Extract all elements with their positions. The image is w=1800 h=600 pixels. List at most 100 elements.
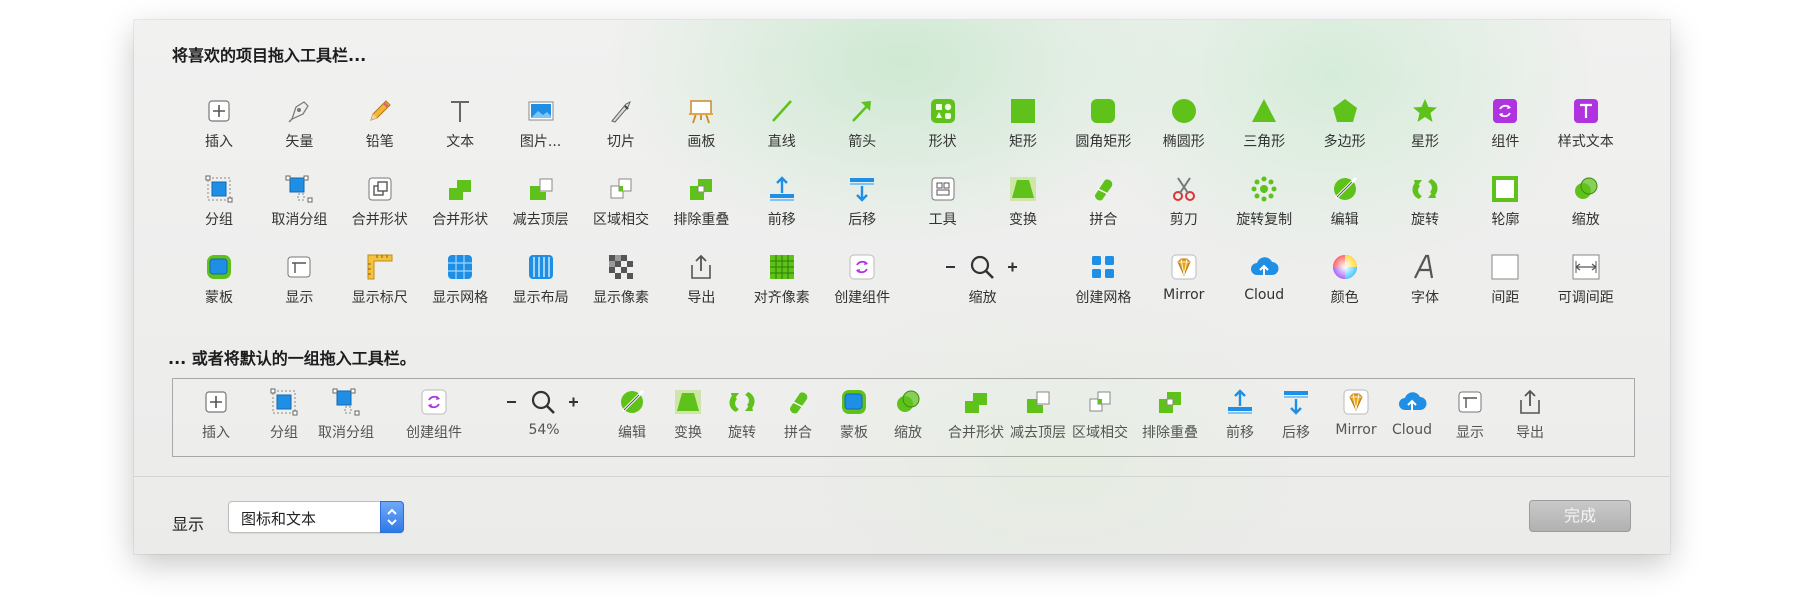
toolbar-item-label: 排除重叠: [673, 212, 730, 228]
toolbar-item-label: 颜色: [1330, 290, 1359, 306]
toolbar-item[interactable]: 形状: [904, 92, 982, 162]
toolbar-item[interactable]: 后移: [823, 170, 901, 240]
toolbar-item[interactable]: 合并形状: [421, 170, 499, 240]
toolbar-item-label: 缩放: [1571, 212, 1600, 228]
toolbar-item[interactable]: 创建组件: [823, 248, 901, 318]
toolbar-item[interactable]: 区域相交: [582, 170, 660, 240]
toolbar-item[interactable]: 直线: [743, 92, 821, 162]
toolbar-item[interactable]: 字体: [1386, 248, 1464, 318]
toolbar-item[interactable]: 箭头: [823, 92, 901, 162]
toolbar-item[interactable]: 间距: [1466, 248, 1544, 318]
default-toolbar-set[interactable]: 插入 分组 取消分组 创建组件 54% 编辑 变换 旋转 拼合 蒙板 缩放 合并形状 减去顶层 区域相交排…: [172, 378, 1635, 457]
cloud-icon: [1397, 387, 1427, 417]
triangle-icon: [1249, 96, 1279, 126]
group-icon: [204, 174, 234, 204]
toolbar-item[interactable]: 变换: [984, 170, 1062, 240]
default-set-item: Cloud: [1379, 387, 1445, 453]
toolbar-item[interactable]: 取消分组: [260, 170, 338, 240]
toolbar-item[interactable]: 旋转复制: [1225, 170, 1303, 240]
toolbar-item[interactable]: Mirror: [1145, 248, 1223, 318]
toolbar-item[interactable]: 轮廓: [1466, 170, 1544, 240]
default-set-item-label: 排除重叠: [1142, 425, 1198, 441]
toolbar-item-label: 剪刀: [1169, 212, 1198, 228]
toolbar-item[interactable]: 三角形: [1225, 92, 1303, 162]
toolbar-item-label: 工具: [928, 212, 957, 228]
export-icon: [1515, 387, 1545, 417]
toolbar-item[interactable]: 旋转: [1386, 170, 1464, 240]
toolbar-item[interactable]: 显示标尺: [341, 248, 419, 318]
toolbar-item[interactable]: 合并形状: [341, 170, 419, 240]
default-set-item: 区域相交: [1067, 387, 1133, 453]
arrow-icon: [847, 96, 877, 126]
toolbar-item-label: 缩放: [968, 290, 997, 306]
toolbar-item[interactable]: 切片: [582, 92, 660, 162]
toolbar-item[interactable]: 显示网格: [421, 248, 499, 318]
toolbar-item-label: 铅笔: [365, 134, 394, 150]
toolbar-item[interactable]: 星形: [1386, 92, 1464, 162]
toolbar-item[interactable]: 显示像素: [582, 248, 660, 318]
rounded-rectangle-icon: [1088, 96, 1118, 126]
toolbar-item[interactable]: 蒙板: [180, 248, 258, 318]
toolbar-item-label: 显示像素: [593, 290, 649, 306]
toolbar-item[interactable]: 减去顶层: [502, 170, 580, 240]
toolbar-item[interactable]: 创建网格: [1064, 248, 1142, 318]
default-set-item-label: 插入: [202, 425, 230, 441]
move-forward-icon: [1225, 387, 1255, 417]
tools-icon: [928, 174, 958, 204]
toolbar-item[interactable]: Cloud: [1225, 248, 1303, 318]
toolbar-item-label: 矢量: [285, 134, 314, 150]
default-set-item: 合并形状: [943, 387, 1009, 453]
toolbar-item[interactable]: 画板: [662, 92, 740, 162]
toolbar-item-label: 字体: [1411, 290, 1439, 306]
toolbar-item[interactable]: 颜色: [1306, 248, 1384, 318]
toolbar-item-label: 组件: [1491, 134, 1520, 150]
symbol-icon: [1490, 96, 1520, 126]
toolbar-item[interactable]: 编辑: [1306, 170, 1384, 240]
toolbar-item[interactable]: 多边形: [1306, 92, 1384, 162]
default-set-item: 显示: [1437, 387, 1503, 453]
toolbar-item[interactable]: 分组: [180, 170, 258, 240]
toolbar-item[interactable]: 组件: [1466, 92, 1544, 162]
show-mode-select[interactable]: 图标和文本: [228, 501, 404, 533]
toolbar-item[interactable]: 剪刀: [1145, 170, 1223, 240]
default-set-item: 创建组件: [401, 387, 467, 453]
toolbar-item-label: 合并形状: [351, 212, 408, 228]
toolbar-item[interactable]: 插入: [180, 92, 258, 162]
toolbar-item[interactable]: 导出: [662, 248, 740, 318]
done-button[interactable]: 完成: [1529, 500, 1631, 532]
toolbar-item-label: 创建网格: [1075, 290, 1132, 306]
toolbar-item[interactable]: 圆角矩形: [1064, 92, 1142, 162]
toolbar-item-label: 箭头: [848, 134, 877, 150]
toolbar-item[interactable]: 对齐像素: [743, 248, 821, 318]
zoom-icon: [938, 252, 1028, 282]
toolbar-item[interactable]: 可调间距: [1547, 248, 1625, 318]
toolbar-item-label: 矩形: [1009, 134, 1037, 150]
toolbar-item[interactable]: 椭圆形: [1145, 92, 1223, 162]
toolbar-item[interactable]: 图片...: [502, 92, 580, 162]
toolbar-item[interactable]: 矩形: [984, 92, 1062, 162]
toolbar-item[interactable]: 显示: [260, 248, 338, 318]
toolbar-item-label: 显示网格: [432, 290, 489, 306]
toolbar-item[interactable]: 样式文本: [1547, 92, 1625, 162]
toolbar-item[interactable]: 缩放: [1547, 170, 1625, 240]
toolbar-item[interactable]: 铅笔: [341, 92, 419, 162]
default-set-item: 减去顶层: [1005, 387, 1071, 453]
rotate-icon: [727, 387, 757, 417]
toolbar-item[interactable]: 矢量: [260, 92, 338, 162]
toolbar-item[interactable]: 工具: [904, 170, 982, 240]
default-set-item: 缩放: [875, 387, 941, 453]
toolbar-item-label: 图片...: [519, 134, 562, 150]
toolbar-item[interactable]: 排除重叠: [662, 170, 740, 240]
scale-icon: [1571, 174, 1601, 204]
text-icon: [445, 96, 475, 126]
toolbar-item[interactable]: 文本: [421, 92, 499, 162]
toolbar-item[interactable]: 显示布局: [502, 248, 580, 318]
toolbar-item-label: 减去顶层: [512, 212, 569, 228]
toolbar-item[interactable]: 拼合: [1064, 170, 1142, 240]
default-set-item-label: 显示: [1456, 425, 1484, 441]
difference-icon: [1155, 387, 1185, 417]
toolbar-item[interactable]: 缩放: [924, 248, 1042, 318]
toolbar-item[interactable]: 前移: [743, 170, 821, 240]
mirror-icon: [1169, 252, 1199, 282]
ungroup-icon: [284, 174, 314, 204]
